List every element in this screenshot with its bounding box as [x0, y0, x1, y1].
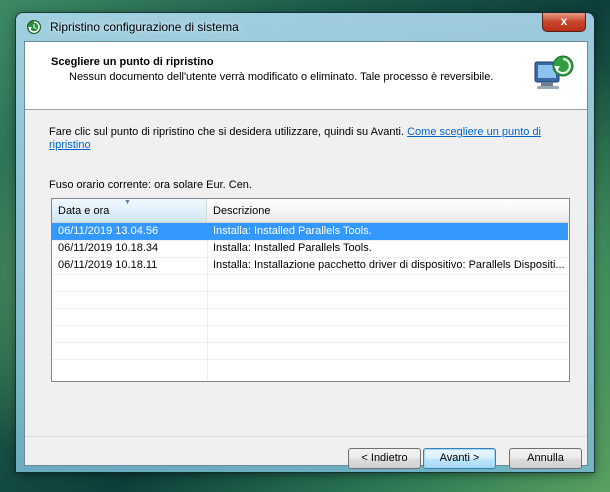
sort-arrow-icon: ▼ — [124, 199, 131, 206]
row-description: Installa: Installazione pacchetto driver… — [213, 259, 565, 271]
grid-divider — [52, 291, 568, 292]
grid-divider — [52, 325, 568, 326]
timezone-label: Fuso orario corrente: ora solare Eur. Ce… — [49, 179, 252, 191]
instruction-text: Fare clic sul punto di ripristino che si… — [49, 126, 559, 152]
table-row[interactable]: 06/11/2019 10.18.34 Installa: Installed … — [52, 240, 568, 257]
list-body: 06/11/2019 13.04.56 Installa: Installed … — [52, 223, 569, 381]
grid-divider — [52, 342, 568, 343]
wizard-header: Scegliere un punto di ripristino Nessun … — [25, 42, 587, 110]
table-row-selected[interactable]: 06/11/2019 13.04.56 Installa: Installed … — [52, 223, 568, 240]
grid-divider — [52, 359, 568, 360]
back-button[interactable]: < Indietro — [348, 448, 421, 469]
row-date: 06/11/2019 10.18.11 — [58, 259, 158, 271]
close-icon: x — [560, 14, 568, 28]
grid-divider — [52, 274, 568, 275]
row-date: 06/11/2019 13.04.56 — [58, 225, 159, 237]
row-date: 06/11/2019 10.18.34 — [58, 242, 159, 254]
list-header: ▼ Data e ora Descrizione — [52, 199, 569, 223]
next-button[interactable]: Avanti > — [423, 448, 496, 469]
footer-separator — [25, 436, 587, 437]
table-row[interactable]: 06/11/2019 10.18.11 Installa: Installazi… — [52, 257, 568, 274]
computer-restore-icon — [531, 52, 575, 96]
column-header-date[interactable]: ▼ Data e ora — [52, 199, 207, 222]
column-header-description[interactable]: Descrizione — [207, 199, 568, 222]
cancel-button[interactable]: Annulla — [509, 448, 582, 469]
column-header-description-label: Descrizione — [213, 205, 271, 217]
system-restore-icon — [26, 19, 42, 35]
page-subtitle: Nessun documento dell'utente verrà modif… — [69, 71, 494, 83]
close-button[interactable]: x — [542, 13, 586, 32]
instruction-label: Fare clic sul punto di ripristino che si… — [49, 126, 405, 138]
column-header-date-label: Data e ora — [58, 205, 110, 217]
page-title: Scegliere un punto di ripristino — [51, 56, 214, 68]
window-title: Ripristino configurazione di sistema — [50, 20, 239, 34]
title-bar[interactable]: Ripristino configurazione di sistema x — [16, 13, 594, 41]
restore-points-list[interactable]: ▼ Data e ora Descrizione 06/11/2019 13.0… — [51, 198, 570, 382]
row-description: Installa: Installed Parallels Tools. — [213, 225, 372, 237]
row-description: Installa: Installed Parallels Tools. — [213, 242, 372, 254]
dialog-client-area: Scegliere un punto di ripristino Nessun … — [24, 41, 588, 469]
system-restore-window: Ripristino configurazione di sistema x S… — [16, 13, 594, 472]
grid-divider — [52, 308, 568, 309]
